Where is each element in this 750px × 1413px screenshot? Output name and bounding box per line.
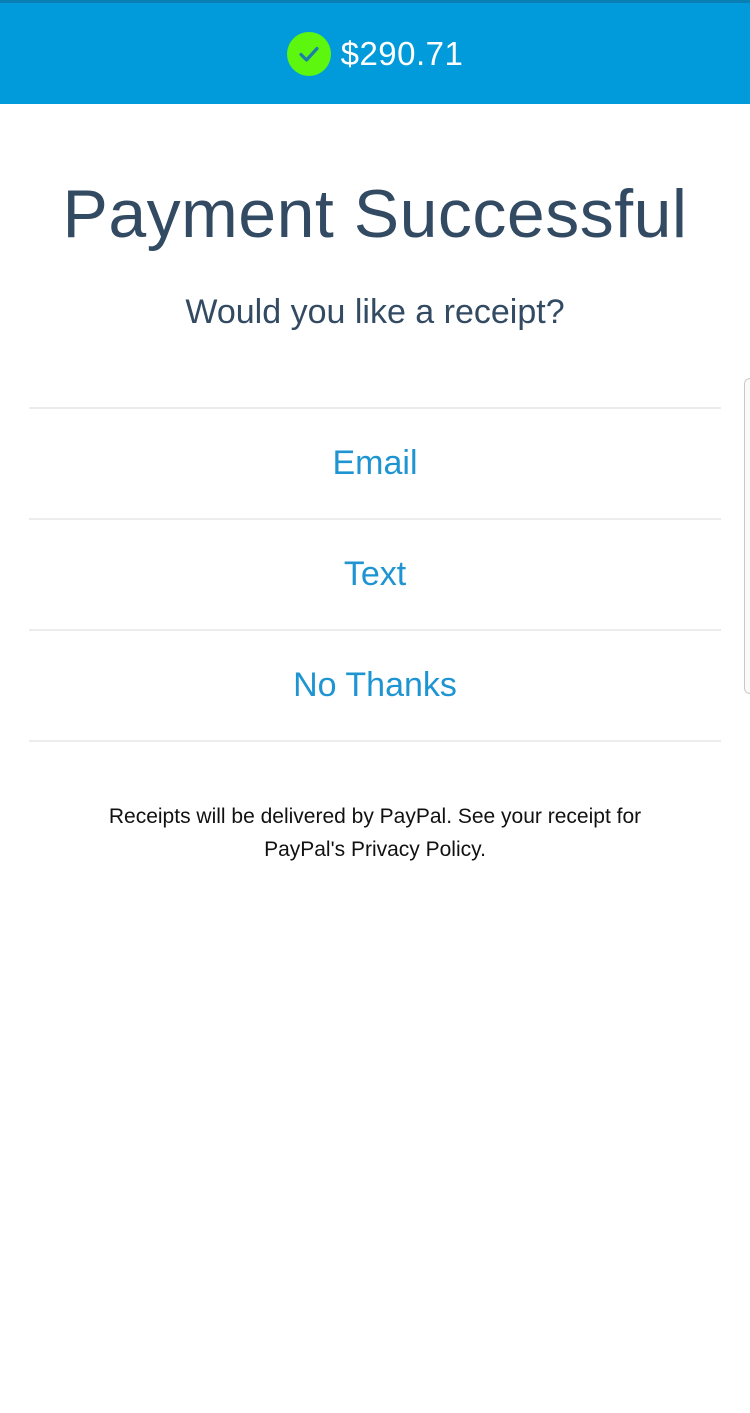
payment-header: $290.71 xyxy=(0,0,750,104)
receipt-prompt: Would you like a receipt? xyxy=(185,293,565,331)
privacy-disclaimer: Receipts will be delivered by PayPal. Se… xyxy=(108,805,642,861)
text-receipt-button[interactable]: Text xyxy=(29,520,721,631)
edge-panel-handle[interactable] xyxy=(744,378,750,694)
payment-amount: $290.71 xyxy=(340,34,464,72)
receipt-options-list: Email Text No Thanks xyxy=(29,407,721,742)
check-circle-icon xyxy=(286,31,331,76)
no-thanks-button[interactable]: No Thanks xyxy=(29,631,721,742)
page-title: Payment Successful xyxy=(62,176,688,252)
email-receipt-button[interactable]: Email xyxy=(29,409,721,520)
